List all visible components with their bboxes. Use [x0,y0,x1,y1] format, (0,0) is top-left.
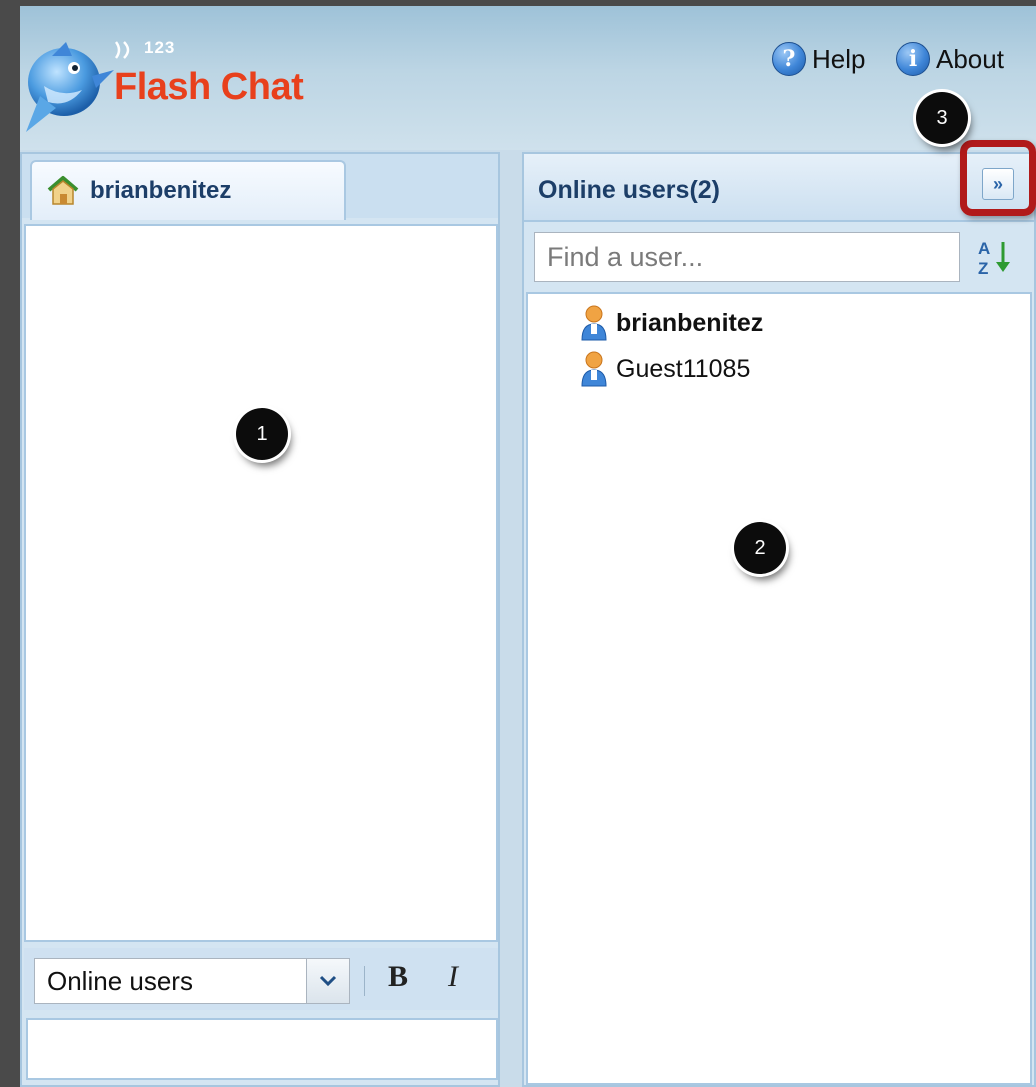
italic-button[interactable]: I [448,960,458,994]
users-panel-header: Online users(2) » [524,140,1036,222]
about-label: About [936,43,1004,74]
user-list-item[interactable]: brianbenitez [580,304,763,342]
online-user-list: brianbenitez Guest11085 [526,292,1032,1085]
user-icon [581,351,607,387]
tab-label: brianbenitez [90,177,232,204]
user-list-item[interactable]: Guest11085 [580,350,750,388]
bold-button[interactable]: B [388,960,408,994]
message-toolbar: Online users B I [24,948,498,1010]
room-tab-strip: brianbenitez [22,154,498,220]
recipient-select-value: Online users [47,965,193,996]
help-link[interactable]: ? Help [772,42,865,76]
toolbar-divider [364,966,365,996]
tab-lobby[interactable]: brianbenitez [30,160,346,220]
about-link[interactable]: i About [896,42,1004,76]
house-icon [47,176,79,205]
online-users-panel: Online users(2) » A Z brianbenitez [522,140,1036,1087]
chevron-down-icon[interactable] [306,959,349,1003]
chat-panel: brianbenitez Online users B I [20,152,500,1087]
info-icon: i [896,42,930,76]
users-panel-title: Online users(2) [538,176,720,204]
message-input[interactable] [26,1018,498,1080]
user-name: brianbenitez [616,308,764,337]
help-label: Help [812,43,866,74]
user-icon [581,305,607,341]
app-header: 123 Flash Chat ? Help i About [20,6,1036,150]
message-area[interactable] [24,224,498,942]
user-name: Guest11085 [616,354,751,383]
recipient-select[interactable]: Online users [34,958,350,1004]
highlight-box [960,140,1036,216]
find-user-input[interactable] [534,232,960,282]
svg-text:Z: Z [978,259,988,278]
svg-text:A: A [978,239,990,258]
signal-waves-icon [114,41,130,59]
annotation-badge-2: 2 [734,522,786,574]
annotation-badge-3: 3 [916,92,968,144]
flash-chat-window: 123 Flash Chat ? Help i About brianbenit… [20,6,1036,1087]
logo-number: 123 [144,38,176,57]
logo-title: Flash Chat [114,66,304,108]
bird-logo-icon [26,42,114,132]
sort-az-icon[interactable]: A Z [976,234,1012,280]
help-icon: ? [772,42,806,76]
annotation-badge-1: 1 [236,408,288,460]
